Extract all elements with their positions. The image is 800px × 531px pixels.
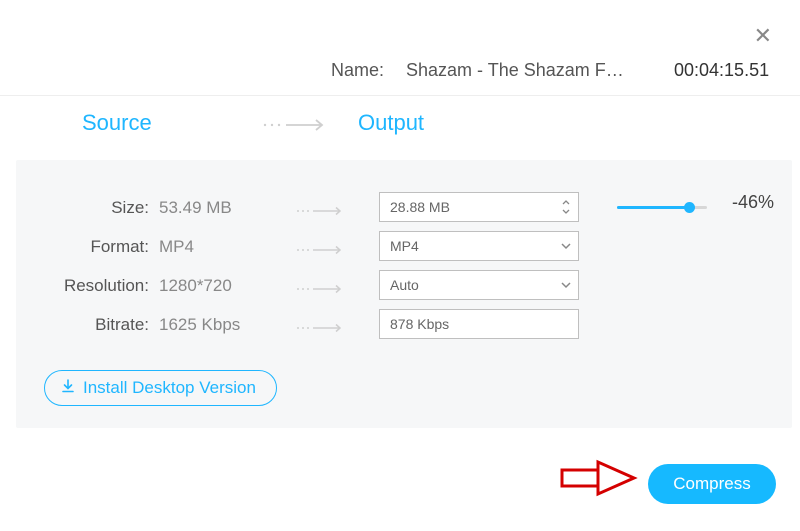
compress-button[interactable]: Compress: [648, 464, 776, 504]
bitrate-output: 878 Kbps: [390, 316, 449, 332]
output-heading: Output: [358, 110, 424, 136]
resolution-output: Auto: [390, 277, 419, 293]
format-select[interactable]: MP4: [379, 231, 579, 261]
size-output: 28.88 MB: [390, 199, 450, 215]
bitrate-field[interactable]: 878 Kbps: [379, 309, 579, 339]
source-heading: Source: [82, 110, 152, 136]
bitrate-source: 1625 Kbps: [159, 315, 240, 335]
arrow-right-icon: [296, 321, 346, 339]
duration: 00:04:15.51: [674, 60, 769, 81]
arrow-right-icon: [262, 117, 332, 133]
size-source: 53.49 MB: [159, 198, 232, 218]
close-icon[interactable]: ✕: [754, 25, 772, 47]
annotation-arrow-icon: [560, 458, 638, 503]
size-stepper[interactable]: 28.88 MB: [379, 192, 579, 222]
download-icon: [61, 379, 75, 397]
format-output: MP4: [390, 238, 419, 254]
chevron-down-icon: [554, 232, 578, 260]
format-label: Format:: [46, 237, 149, 257]
install-desktop-label: Install Desktop Version: [83, 378, 256, 398]
resolution-source: 1280*720: [159, 276, 232, 296]
install-desktop-button[interactable]: Install Desktop Version: [44, 370, 277, 406]
settings-panel: Size: 53.49 MB 28.88 MB -46% Format:: [16, 160, 792, 428]
file-name: Shazam - The Shazam F…: [406, 60, 624, 81]
compression-percent: -46%: [732, 192, 774, 213]
name-label: Name:: [331, 60, 384, 81]
size-label: Size:: [46, 198, 149, 218]
bitrate-label: Bitrate:: [46, 315, 149, 335]
format-source: MP4: [159, 237, 194, 257]
resolution-label: Resolution:: [46, 276, 149, 296]
arrow-right-icon: [296, 243, 346, 261]
stepper-icon: [554, 193, 578, 221]
arrow-right-icon: [296, 282, 346, 300]
divider: [0, 95, 800, 96]
compression-slider[interactable]: [617, 206, 707, 209]
resolution-select[interactable]: Auto: [379, 270, 579, 300]
compress-label: Compress: [673, 474, 750, 494]
arrow-right-icon: [296, 204, 346, 222]
chevron-down-icon: [554, 271, 578, 299]
